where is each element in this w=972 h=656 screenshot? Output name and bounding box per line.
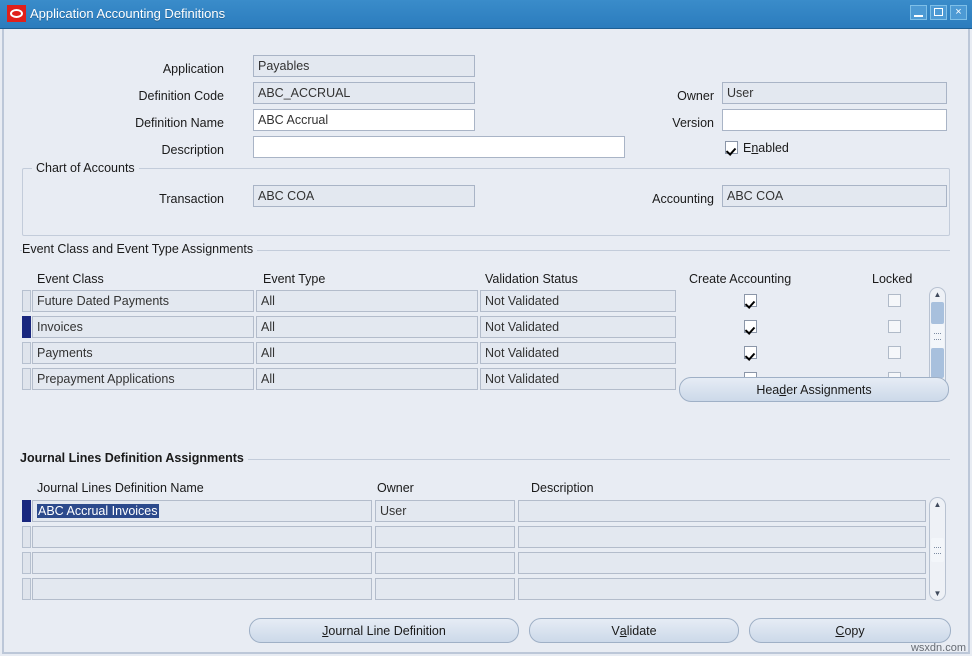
application-window: Application Accounting Definitions × App… — [0, 0, 972, 656]
scrollbar-thumb-bottom[interactable] — [931, 348, 944, 378]
minimize-button[interactable] — [910, 5, 927, 20]
table-row-marker[interactable] — [22, 342, 31, 364]
description-field[interactable] — [253, 136, 625, 158]
journal-cell-owner[interactable] — [375, 578, 515, 600]
window-controls: × — [910, 5, 967, 20]
header-assignments-button[interactable]: Hea d er Assignments — [679, 377, 949, 402]
table-cell-create-accounting-checkbox[interactable] — [744, 346, 757, 359]
event-table-scrollbar[interactable]: ▲ ▼ — [929, 287, 946, 391]
validate-button[interactable]: Va lidate — [529, 618, 739, 643]
journal-name-selected-text: ABC Accrual Invoices — [37, 504, 159, 518]
col-locked: Locked — [872, 272, 913, 286]
close-icon[interactable]: × — [950, 5, 967, 20]
col-event-type: Event Type — [263, 272, 326, 286]
scroll-up-icon[interactable]: ▲ — [930, 498, 945, 511]
owner-label: Owner — [677, 89, 714, 103]
table-cell-locked-checkbox[interactable] — [888, 294, 901, 307]
journal-cell-description[interactable] — [518, 552, 926, 574]
col-event-class: Event Class — [37, 272, 104, 286]
window-titlebar: Application Accounting Definitions × — [0, 0, 972, 29]
table-cell-event-type[interactable]: All — [256, 342, 478, 364]
transaction-label: Transaction — [159, 192, 224, 206]
version-field[interactable] — [722, 109, 947, 131]
list-item[interactable] — [32, 578, 372, 600]
journal-row-marker[interactable] — [22, 578, 31, 600]
journal-cell-description[interactable] — [518, 500, 926, 522]
table-row-marker[interactable] — [22, 290, 31, 312]
definition-code-field[interactable]: ABC_ACCRUAL — [253, 82, 475, 104]
journal-section-title: Journal Lines Definition Assignments — [20, 451, 248, 465]
maximize-button[interactable] — [930, 5, 947, 20]
accounting-label: Accounting — [652, 192, 714, 206]
chart-of-accounts-title: Chart of Accounts — [32, 161, 139, 175]
journal-cell-description[interactable] — [518, 526, 926, 548]
transaction-coa-field[interactable]: ABC COA — [253, 185, 475, 207]
table-cell-validation-status[interactable]: Not Validated — [480, 342, 676, 364]
window-title: Application Accounting Definitions — [30, 6, 226, 21]
col-journal-lines-definition-name: Journal Lines Definition Name — [37, 481, 204, 495]
list-item[interactable] — [32, 526, 372, 548]
list-item[interactable] — [32, 552, 372, 574]
journal-cell-owner[interactable] — [375, 526, 515, 548]
copy-button[interactable]: Copy — [749, 618, 951, 643]
table-row-marker[interactable] — [22, 368, 31, 390]
version-label: Version — [672, 116, 714, 130]
table-cell-locked-checkbox[interactable] — [888, 320, 901, 333]
table-row[interactable]: Invoices — [32, 316, 254, 338]
table-cell-validation-status[interactable]: Not Validated — [480, 316, 676, 338]
col-journal-description: Description — [531, 481, 594, 495]
table-cell-event-type[interactable]: All — [256, 290, 478, 312]
table-row[interactable]: Payments — [32, 342, 254, 364]
table-row[interactable]: Future Dated Payments — [32, 290, 254, 312]
table-cell-event-type[interactable]: All — [256, 368, 478, 390]
scrollbar-grip[interactable] — [931, 538, 944, 562]
owner-field[interactable]: User — [722, 82, 947, 104]
scrollbar-thumb-top[interactable] — [931, 302, 944, 324]
definition-code-label: Definition Code — [138, 89, 224, 103]
table-row[interactable]: Prepayment Applications — [32, 368, 254, 390]
scroll-down-icon[interactable]: ▼ — [930, 587, 945, 600]
definition-name-field[interactable]: ABC Accrual — [253, 109, 475, 131]
journal-cell-description[interactable] — [518, 578, 926, 600]
journal-cell-owner[interactable] — [375, 552, 515, 574]
description-label: Description — [161, 143, 224, 157]
enabled-checkbox[interactable] — [725, 141, 738, 154]
scrollbar-grip[interactable] — [931, 324, 944, 348]
table-cell-create-accounting-checkbox[interactable] — [744, 294, 757, 307]
journal-table-scrollbar[interactable]: ▲ ▼ — [929, 497, 946, 601]
application-field[interactable]: Payables — [253, 55, 475, 77]
table-cell-locked-checkbox[interactable] — [888, 346, 901, 359]
table-row-marker-current[interactable] — [22, 316, 31, 338]
list-item[interactable]: ABC Accrual Invoices — [32, 500, 372, 522]
table-cell-validation-status[interactable]: Not Validated — [480, 368, 676, 390]
enabled-label: Enabled — [743, 141, 789, 155]
col-journal-owner: Owner — [377, 481, 414, 495]
oracle-logo-icon — [7, 5, 26, 22]
close-glyph: × — [955, 6, 962, 18]
watermark: wsxdn.com — [910, 642, 966, 654]
event-section-title: Event Class and Event Type Assignments — [22, 242, 258, 256]
col-create-accounting: Create Accounting — [689, 272, 792, 286]
journal-row-marker[interactable] — [22, 552, 31, 574]
table-cell-create-accounting-checkbox[interactable] — [744, 320, 757, 333]
col-validation-status: Validation Status — [485, 272, 578, 286]
journal-line-definition-button[interactable]: Journal Line Definition — [249, 618, 519, 643]
scroll-up-icon[interactable]: ▲ — [930, 288, 945, 301]
accounting-coa-field[interactable]: ABC COA — [722, 185, 947, 207]
journal-row-marker-current[interactable] — [22, 500, 31, 522]
definition-name-label: Definition Name — [135, 116, 224, 130]
journal-cell-owner[interactable]: User — [375, 500, 515, 522]
application-label: Application — [162, 62, 224, 76]
window-body: Application Payables Definition Code ABC… — [2, 29, 970, 654]
journal-row-marker[interactable] — [22, 526, 31, 548]
table-cell-event-type[interactable]: All — [256, 316, 478, 338]
table-cell-validation-status[interactable]: Not Validated — [480, 290, 676, 312]
